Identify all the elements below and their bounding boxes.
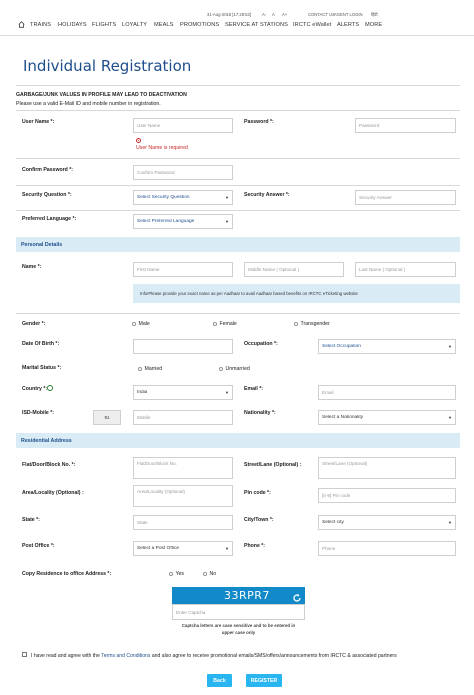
captcha-image: 33RPR7	[172, 587, 305, 604]
area-label: Area/Locality (Optional) :	[22, 490, 84, 496]
nav-item-ewallet[interactable]: IRCTC eWallet	[293, 22, 331, 28]
nav-item-holidays[interactable]: HOLIDAYS	[58, 22, 87, 28]
country-select[interactable]: India ▼	[133, 385, 233, 400]
note-text: Please use a valid E-Mail ID and mobile …	[16, 101, 161, 107]
home-icon[interactable]	[18, 21, 25, 30]
captcha-text: 33RPR7	[224, 589, 270, 602]
captcha-note: Captcha letters are case sensitive and t…	[181, 623, 296, 635]
state-label: State *:	[22, 517, 40, 523]
copy-address-label: Copy Residence to office Address *:	[22, 571, 112, 577]
security-answer-input[interactable]: Security Answer	[355, 190, 456, 205]
username-label: User Name *:	[22, 119, 55, 125]
preferred-language-label: Preferred Language *:	[22, 216, 77, 222]
post-office-label: Post Office *:	[22, 543, 55, 549]
dob-input[interactable]	[133, 339, 233, 354]
terms-checkbox[interactable]	[22, 652, 27, 657]
isd-code-input[interactable]: 91	[93, 410, 121, 425]
chevron-down-icon: ▼	[225, 195, 229, 200]
chevron-down-icon: ▼	[448, 520, 452, 525]
marital-married-radio[interactable]: Married	[138, 366, 162, 372]
security-question-select[interactable]: Select Security Question ▼	[133, 190, 233, 205]
page-title: Individual Registration	[23, 57, 192, 75]
divider	[16, 110, 460, 111]
username-input[interactable]: User Name	[133, 118, 233, 133]
copy-address-yes-radio[interactable]: Yes	[169, 571, 184, 577]
post-office-select[interactable]: Select a Post Office ▼	[133, 541, 233, 556]
email-input[interactable]: Email	[318, 385, 456, 400]
main-navigation: TRAINS HOLIDAYS FLIGHTS LOYALTY MEALS PR…	[0, 17, 474, 36]
marital-status-label: Marital Status *:	[22, 365, 62, 371]
terms-text: I have read and agree with the Terms and…	[31, 653, 397, 659]
divider	[16, 158, 460, 159]
isd-mobile-label: ISD-Mobile *:	[22, 410, 54, 416]
nav-item-more[interactable]: MORE	[365, 22, 382, 28]
name-label: Name *:	[22, 264, 42, 270]
street-label: Street/Lane (Optional) :	[244, 462, 302, 468]
chevron-down-icon: ▼	[225, 390, 229, 395]
occupation-select[interactable]: Select Occupation ▼	[318, 339, 456, 354]
nav-item-meals[interactable]: MEALS	[154, 22, 173, 28]
first-name-input[interactable]: First Name	[133, 262, 233, 277]
terms-link[interactable]: Terms and Conditions	[101, 653, 150, 659]
error-icon	[136, 138, 141, 143]
chevron-down-icon: ▼	[448, 415, 452, 420]
state-input[interactable]: State	[133, 515, 233, 530]
nav-item-trains[interactable]: TRAINS	[30, 22, 51, 28]
nav-item-service-at-stations[interactable]: SERVICE AT STATIONS	[225, 22, 288, 28]
aadhaar-info-box: Info!Please provide your exact name as p…	[133, 284, 460, 303]
security-answer-label: Security Answer *:	[244, 192, 290, 198]
back-button[interactable]: Back	[207, 674, 232, 687]
mobile-input[interactable]: Mobile	[133, 410, 233, 425]
nav-item-loyalty[interactable]: LOYALTY	[122, 22, 147, 28]
captcha-input[interactable]: Enter Captcha	[172, 604, 305, 620]
email-label: Email *:	[244, 386, 264, 392]
confirm-password-label: Confirm Password *:	[22, 167, 74, 173]
flat-label: Flat/Door/Block No. *:	[22, 462, 76, 468]
nav-item-alerts[interactable]: ALERTS	[337, 22, 359, 28]
gender-female-radio[interactable]: Female	[213, 321, 237, 327]
nav-item-promotions[interactable]: PROMOTIONS	[180, 22, 219, 28]
username-error: User Name is required	[136, 145, 188, 151]
dob-label: Date Of Birth *:	[22, 341, 60, 347]
phone-label: Phone *:	[244, 543, 266, 549]
password-label: Password *:	[244, 119, 274, 125]
flat-input[interactable]: Flat/Door/Block No.	[133, 457, 233, 479]
copy-address-no-radio[interactable]: No	[203, 571, 216, 577]
preferred-language-select[interactable]: Select Preferred Language ▼	[133, 214, 233, 229]
residential-address-header: Residential Address	[16, 433, 460, 448]
street-input[interactable]: Street/Lane (Optional)	[318, 457, 456, 479]
last-name-input[interactable]: Last Name ( Optional )	[355, 262, 456, 277]
area-input[interactable]: Area/Locality (Optional)	[133, 485, 233, 507]
gender-male-radio[interactable]: Male	[132, 321, 150, 327]
chevron-down-icon: ▼	[225, 546, 229, 551]
middle-name-input[interactable]: Middle Name ( Optional )	[244, 262, 344, 277]
confirm-password-input[interactable]: Confirm Password	[133, 165, 233, 180]
personal-details-header: Personal Details	[16, 237, 460, 252]
divider	[16, 313, 460, 314]
warning-text: GARBAGE/JUNK VALUES IN PROFILE MAY LEAD …	[16, 92, 187, 98]
title-divider	[16, 85, 460, 86]
chevron-down-icon: ▼	[448, 344, 452, 349]
check-circle-icon	[47, 385, 53, 391]
gender-label: Gender *:	[22, 321, 46, 327]
security-question-label: Security Question *:	[22, 192, 72, 198]
phone-input[interactable]: Phone	[318, 541, 456, 556]
pincode-label: Pin code *:	[244, 490, 271, 496]
occupation-label: Occupation *:	[244, 341, 278, 347]
nationality-label: Nationality *:	[244, 410, 276, 416]
password-input[interactable]: Password	[355, 118, 456, 133]
pincode-input[interactable]: [0-9] Pin code	[318, 488, 456, 503]
country-label: Country *:	[22, 386, 48, 392]
gender-transgender-radio[interactable]: Transgender	[294, 321, 330, 327]
city-label: City/Town *:	[244, 517, 274, 523]
marital-unmarried-radio[interactable]: Unmarried	[219, 366, 250, 372]
chevron-down-icon: ▼	[225, 219, 229, 224]
register-button[interactable]: REGISTER	[246, 674, 282, 687]
nav-item-flights[interactable]: FLIGHTS	[92, 22, 116, 28]
divider	[16, 210, 460, 211]
city-select[interactable]: Select city ▼	[318, 515, 456, 530]
nationality-select[interactable]: Select a Nationality ▼	[318, 410, 456, 425]
divider	[16, 185, 460, 186]
